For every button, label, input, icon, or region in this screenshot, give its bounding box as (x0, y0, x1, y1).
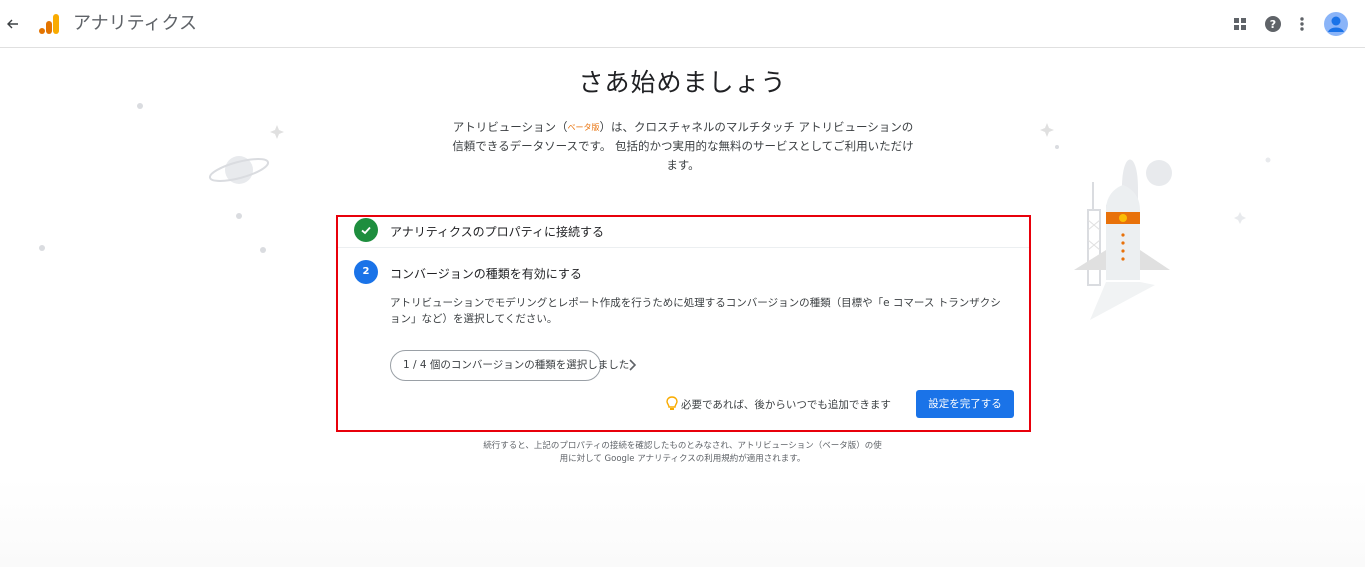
rocket-illustration (1040, 123, 1271, 320)
top-app-bar: アナリティクス ? (0, 0, 1365, 48)
add-later-hint: 必要であれば、後からいつでも追加できます (681, 399, 891, 411)
app-title: アナリティクス (73, 13, 198, 34)
back-arrow-icon[interactable] (6, 15, 20, 33)
chevron-right-icon[interactable] (627, 357, 639, 373)
step2-number: 2 (354, 260, 378, 284)
intro-part1: アトリビューション（ (452, 120, 568, 134)
check-icon (354, 218, 378, 242)
terms-notice: 続行すると、上記のプロパティの接続を確認したものとみなされ、アトリビューション（… (483, 441, 882, 464)
help-icon[interactable]: ? (1262, 13, 1284, 35)
step2-label: コンバージョンの種類を有効にする (390, 267, 582, 281)
apps-grid-icon[interactable] (1229, 13, 1251, 35)
more-vert-icon[interactable] (1291, 13, 1313, 35)
beta-label: ベータ版 (567, 123, 600, 132)
intro-text: アトリビューション（ベータ版）は、クロスチャネルのマルチタッチ アトリビューショ… (448, 118, 918, 175)
lightbulb-icon (666, 396, 678, 412)
setup-steps-card: アナリティクスのプロパティに接続する 2 コンバージョンの種類を有効にする アト… (336, 215, 1031, 432)
finish-setup-button[interactable]: 設定を完了する (916, 390, 1014, 418)
step-connect-property: アナリティクスのプロパティに接続する (338, 217, 1029, 248)
planet-illustration (39, 103, 284, 253)
analytics-logo-icon (38, 13, 60, 35)
page-title: さあ始めましょう (578, 68, 787, 97)
step2-description: アトリビューションでモデリングとレポート作成を行うために処理するコンバージョンの… (390, 297, 1001, 325)
account-avatar-icon[interactable] (1323, 11, 1349, 37)
conversion-type-selector[interactable]: 1 / 4 個のコンバージョンの種類を選択しました (390, 350, 629, 381)
step1-label: アナリティクスのプロパティに接続する (390, 225, 604, 239)
svg-text:?: ? (1270, 18, 1276, 31)
